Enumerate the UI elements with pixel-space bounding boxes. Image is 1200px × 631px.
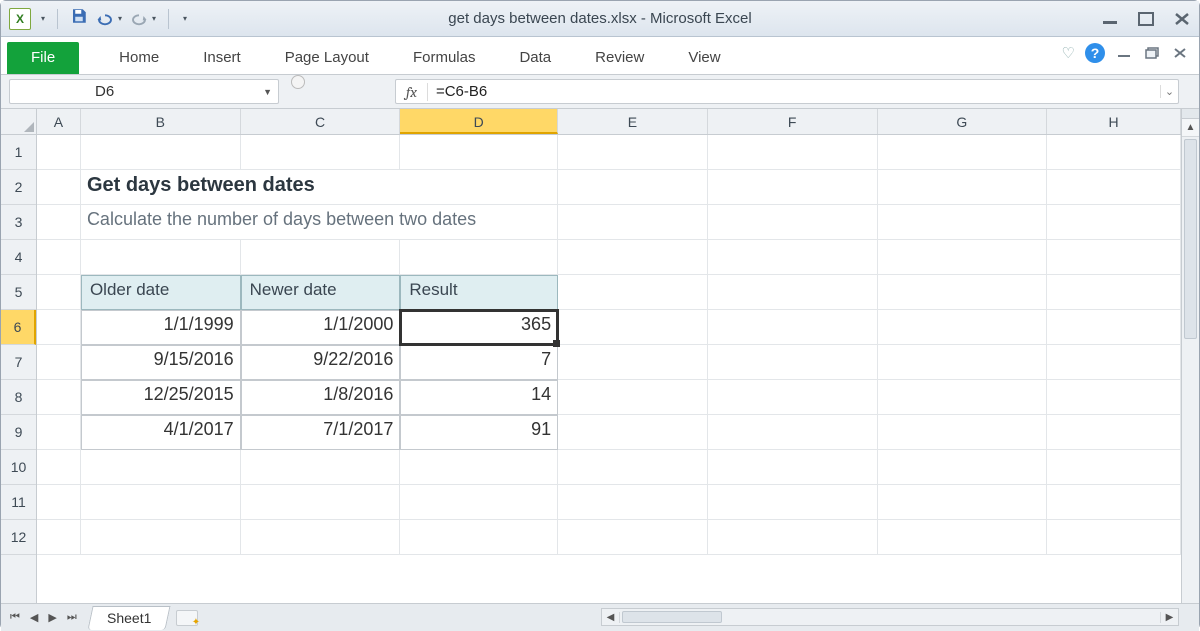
formula-bar: ▼ fx ⌄: [1, 75, 1199, 109]
table-header[interactable]: Result: [400, 275, 558, 310]
col-header[interactable]: A: [37, 109, 81, 134]
column-headers: A B C D E F G H: [37, 109, 1181, 135]
col-header[interactable]: C: [241, 109, 401, 134]
formula-expand-icon[interactable]: ⌄: [1160, 85, 1178, 98]
row-header[interactable]: 3: [1, 205, 36, 240]
col-header[interactable]: G: [878, 109, 1048, 134]
tab-data[interactable]: Data: [497, 42, 573, 74]
col-header[interactable]: H: [1047, 109, 1181, 134]
minimize-icon[interactable]: [1101, 12, 1119, 26]
col-header[interactable]: B: [81, 109, 241, 134]
table-cell[interactable]: 12/25/2015: [81, 380, 241, 415]
separator: [57, 9, 58, 29]
maximize-icon[interactable]: [1137, 12, 1155, 26]
scroll-thumb[interactable]: [622, 611, 722, 623]
table-header[interactable]: Older date: [81, 275, 241, 310]
workbook-close-icon[interactable]: [1171, 46, 1189, 60]
help-icon[interactable]: ?: [1085, 43, 1105, 63]
save-icon[interactable]: [70, 7, 88, 30]
tab-home[interactable]: Home: [97, 42, 181, 74]
window-controls: [1101, 12, 1191, 26]
workbook-restore-icon[interactable]: [1143, 46, 1161, 60]
row-header[interactable]: 8: [1, 380, 36, 415]
table-cell[interactable]: 9/15/2016: [81, 345, 241, 380]
scroll-left-icon[interactable]: ◀: [602, 612, 620, 623]
name-box-input[interactable]: [95, 83, 278, 100]
close-icon[interactable]: [1173, 12, 1191, 26]
formula-input[interactable]: [428, 83, 1160, 100]
ribbon-tabs: File Home Insert Page Layout Formulas Da…: [1, 37, 1199, 75]
scroll-up-icon[interactable]: ▲: [1182, 119, 1199, 137]
row-header[interactable]: 1: [1, 135, 36, 170]
table-cell[interactable]: 1/1/1999: [81, 310, 241, 345]
col-header[interactable]: D: [400, 109, 558, 134]
workbook-minimize-icon[interactable]: [1115, 46, 1133, 60]
new-sheet-button[interactable]: [176, 610, 198, 626]
cells-area[interactable]: Get days between dates Calculate the num…: [37, 135, 1181, 603]
ribbon-minimize-caret[interactable]: ♡: [1062, 44, 1075, 62]
tab-page-layout[interactable]: Page Layout: [263, 42, 391, 74]
row-header[interactable]: 4: [1, 240, 36, 275]
split-handle[interactable]: [1182, 109, 1199, 119]
select-all-corner[interactable]: [1, 109, 37, 135]
tab-formulas[interactable]: Formulas: [391, 42, 498, 74]
tab-review[interactable]: Review: [573, 42, 666, 74]
vertical-scrollbar[interactable]: ▲: [1181, 109, 1199, 603]
tab-insert[interactable]: Insert: [181, 42, 263, 74]
scroll-right-icon[interactable]: ▶: [1160, 612, 1178, 623]
fx-icon[interactable]: fx: [396, 83, 428, 101]
excel-icon[interactable]: X: [9, 8, 31, 30]
formula-input-area: fx ⌄: [395, 79, 1179, 104]
table-cell[interactable]: 7/1/2017: [241, 415, 401, 450]
row-header[interactable]: 9: [1, 415, 36, 450]
table-cell[interactable]: 1/8/2016: [241, 380, 401, 415]
tab-view[interactable]: View: [666, 42, 742, 74]
table-cell[interactable]: 4/1/2017: [81, 415, 241, 450]
row-header[interactable]: 6: [1, 310, 36, 345]
file-tab[interactable]: File: [7, 42, 79, 74]
row-header[interactable]: 7: [1, 345, 36, 380]
quick-access-toolbar: X ▾ ▾ ▾ ▾: [9, 7, 187, 30]
app-menu-caret[interactable]: ▾: [41, 14, 45, 23]
sheet-nav-arrows[interactable]: ⏮ ◀ ▶ ⏭: [7, 609, 80, 626]
undo-button[interactable]: ▾: [96, 12, 122, 26]
col-header[interactable]: F: [708, 109, 878, 134]
row-headers: 1 2 3 4 5 6 7 8 9 10 11 12: [1, 135, 37, 603]
first-sheet-icon[interactable]: ⏮: [7, 609, 23, 626]
title-cell[interactable]: Get days between dates: [81, 170, 558, 205]
qat-customize-caret[interactable]: ▾: [183, 14, 187, 23]
redo-button[interactable]: ▾: [130, 12, 156, 26]
row-header[interactable]: 12: [1, 520, 36, 555]
spreadsheet-grid: A B C D E F G H 1 2 3 4 5 6 7 8 9 10 11 …: [1, 109, 1199, 603]
scroll-thumb[interactable]: [1184, 139, 1197, 339]
table-header[interactable]: Newer date: [241, 275, 401, 310]
table-cell[interactable]: 9/22/2016: [241, 345, 401, 380]
table-cell[interactable]: 365: [400, 310, 558, 345]
table-cell[interactable]: 1/1/2000: [241, 310, 401, 345]
name-box-caret-icon[interactable]: ▼: [263, 87, 272, 97]
next-sheet-icon[interactable]: ▶: [45, 609, 59, 626]
last-sheet-icon[interactable]: ⏭: [64, 609, 80, 626]
table-cell[interactable]: 91: [400, 415, 558, 450]
row-header[interactable]: 10: [1, 450, 36, 485]
name-box-resize-handle[interactable]: [291, 75, 305, 89]
title-bar: X ▾ ▾ ▾ ▾ get days between dates.xlsx - …: [1, 1, 1199, 37]
subtitle-cell[interactable]: Calculate the number of days between two…: [81, 205, 558, 240]
separator: [168, 9, 169, 29]
name-box[interactable]: ▼: [9, 79, 279, 104]
table-cell[interactable]: 7: [400, 345, 558, 380]
row-header[interactable]: 2: [1, 170, 36, 205]
col-header[interactable]: E: [558, 109, 708, 134]
row-header[interactable]: 11: [1, 485, 36, 520]
sheet-tab-bar: ⏮ ◀ ▶ ⏭ Sheet1 ◀ ▶: [1, 603, 1199, 631]
row-header[interactable]: 5: [1, 275, 36, 310]
horizontal-scrollbar[interactable]: ◀ ▶: [601, 608, 1179, 626]
table-cell[interactable]: 14: [400, 380, 558, 415]
sheet-tab-active[interactable]: Sheet1: [87, 606, 170, 630]
prev-sheet-icon[interactable]: ◀: [27, 609, 41, 626]
